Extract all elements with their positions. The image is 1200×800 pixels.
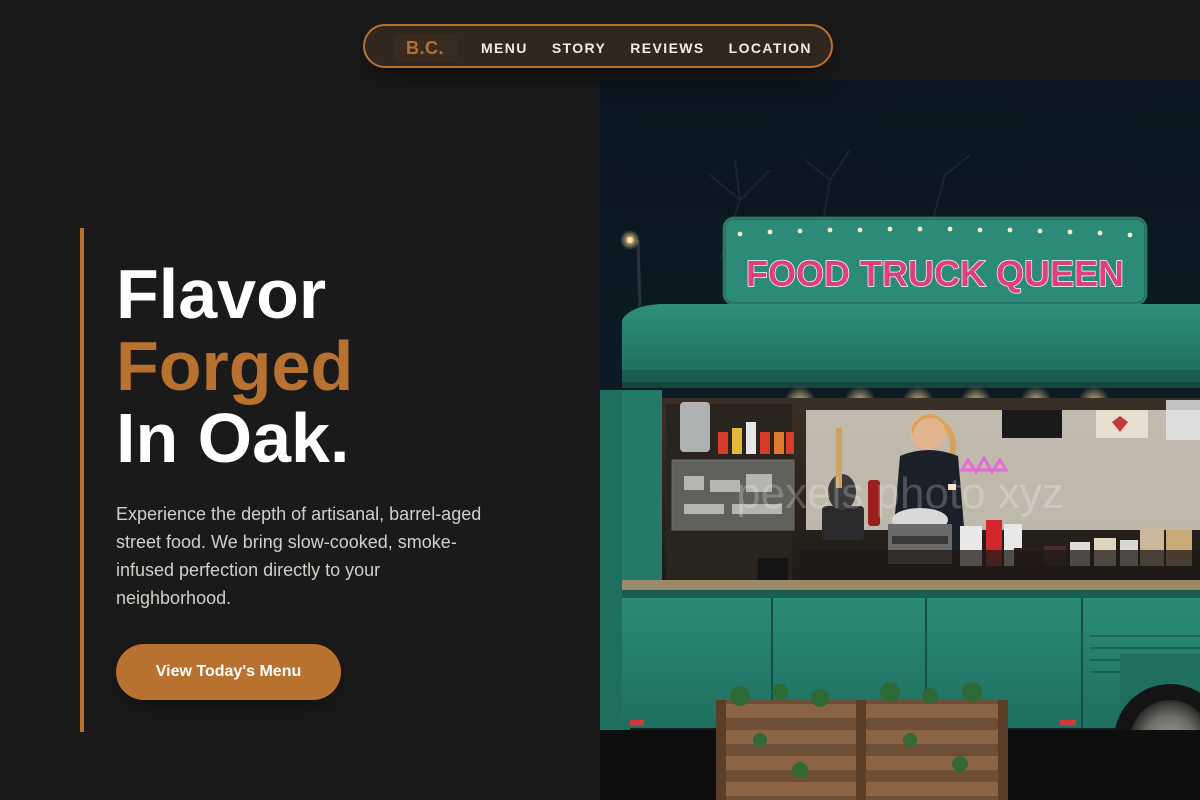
nav-link-story[interactable]: STORY xyxy=(552,40,606,56)
hero-description: Experience the depth of artisanal, barre… xyxy=(116,504,482,608)
accent-bar xyxy=(80,228,84,732)
page: B.C. MENU STORY REVIEWS LOCATION Flavor … xyxy=(0,0,1200,800)
headline-line-3: In Oak. xyxy=(116,399,350,477)
nav-link-reviews[interactable]: REVIEWS xyxy=(630,40,704,56)
nav-links: MENU STORY REVIEWS LOCATION xyxy=(481,26,812,70)
top-nav: B.C. MENU STORY REVIEWS LOCATION xyxy=(363,24,833,68)
view-menu-button[interactable]: View Today's Menu xyxy=(116,644,341,700)
image-watermark: pexels photo xyz xyxy=(736,469,1064,518)
headline-line-1: Flavor xyxy=(116,255,327,333)
nav-link-location[interactable]: LOCATION xyxy=(729,40,812,56)
nav-link-menu[interactable]: MENU xyxy=(481,40,528,56)
logo[interactable]: B.C. xyxy=(393,34,457,62)
hero-image: FOOD TRUCK QUEEN pexels photo xyz xyxy=(600,80,1200,800)
truck-sign-text: FOOD TRUCK QUEEN xyxy=(746,253,1124,294)
headline-line-2: Forged xyxy=(116,327,354,405)
hero-headline: Flavor Forged In Oak. xyxy=(116,258,353,474)
